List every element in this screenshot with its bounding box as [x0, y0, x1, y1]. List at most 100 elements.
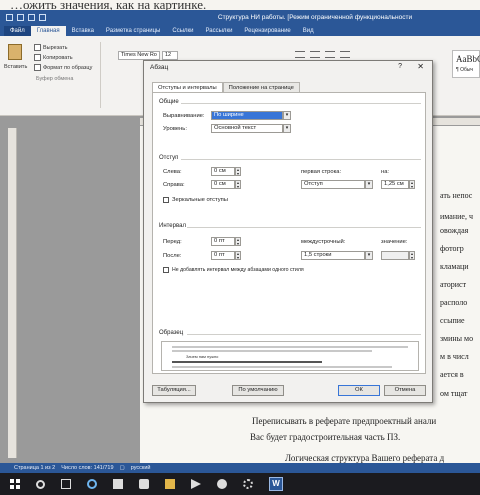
- word-taskbar-icon[interactable]: W: [269, 477, 283, 491]
- bullets-icon[interactable]: [295, 51, 305, 58]
- photos-icon[interactable]: [113, 479, 123, 489]
- copy-button[interactable]: Копировать: [34, 54, 73, 61]
- tab-references[interactable]: Ссылки: [166, 26, 199, 36]
- no-space-same-style-checkbox[interactable]: [163, 267, 169, 273]
- preview-section-heading: Образец: [159, 330, 184, 336]
- paste-icon[interactable]: [8, 44, 22, 60]
- group-divider: [100, 42, 101, 108]
- chevron-down-icon[interactable]: ▾: [283, 124, 291, 133]
- copy-label: Копировать: [43, 54, 73, 61]
- line-spacing-label: междустрочный:: [301, 239, 346, 245]
- word-count[interactable]: Число слов: 141/719: [61, 463, 113, 473]
- tabs-button[interactable]: Табуляция...: [152, 385, 196, 396]
- document-text-line: ссыпие: [440, 316, 465, 325]
- spacing-at-label: значение:: [381, 239, 408, 245]
- paragraph-dialog: Абзац ? ✕ Отступы и интервалы Положение …: [143, 60, 433, 403]
- document-text-line: Вас будет градостроительная часть ПЗ.: [250, 432, 401, 442]
- tab-file[interactable]: Файл: [4, 26, 31, 36]
- brush-icon: [34, 64, 41, 71]
- task-view-icon[interactable]: [61, 479, 71, 489]
- tab-view[interactable]: Вид: [297, 26, 320, 36]
- paste-button[interactable]: Вставить: [4, 64, 27, 70]
- indent-by-label: на:: [381, 169, 390, 175]
- document-text-line: ается в: [440, 370, 464, 379]
- preview-line: [172, 361, 322, 363]
- alignment-select[interactable]: По ширине: [211, 111, 283, 120]
- document-text-line: фотогр: [440, 244, 464, 253]
- document-text-line: располо: [440, 298, 468, 307]
- indent-right-spinner[interactable]: ▴ ▾: [235, 180, 241, 189]
- spacing-at-spinner[interactable]: ▴ ▾: [409, 251, 415, 260]
- page-counter[interactable]: Страница 1 из 2: [14, 463, 55, 473]
- document-text-line: кламаци: [440, 262, 469, 271]
- numbering-icon[interactable]: [310, 51, 320, 58]
- indent-left-input[interactable]: 0 см: [211, 167, 235, 176]
- first-line-select[interactable]: Отступ: [301, 180, 365, 189]
- redo-icon[interactable]: [39, 13, 46, 21]
- browser-icon[interactable]: [217, 479, 227, 489]
- tab-mailings[interactable]: Рассылки: [199, 26, 238, 36]
- document-text-line: овождая: [440, 226, 469, 235]
- paragraph-preview: Зачем нам нужно: [161, 341, 419, 371]
- paragraph-tools: [295, 51, 350, 58]
- indent-left-label: Слева:: [163, 169, 182, 175]
- section-divider: [187, 227, 421, 228]
- caption-text: …ожить значения, как на картинке.: [0, 0, 480, 10]
- indent-by-spinner[interactable]: ▴ ▾: [409, 180, 415, 189]
- settings-gear-icon[interactable]: [243, 479, 253, 489]
- cancel-button[interactable]: Отмена: [384, 385, 426, 396]
- ok-button[interactable]: ОК: [338, 385, 380, 396]
- tab-insert[interactable]: Вставка: [66, 26, 100, 36]
- style-normal[interactable]: AaBbC ¶ Обыч: [452, 50, 480, 78]
- edge-browser-icon[interactable]: [87, 479, 97, 489]
- close-icon[interactable]: ✕: [417, 62, 424, 71]
- spacing-at-input[interactable]: [381, 251, 409, 260]
- spacing-after-input[interactable]: 0 пт: [211, 251, 235, 260]
- cut-button[interactable]: Вырезать: [34, 44, 67, 51]
- spacing-before-input[interactable]: 0 пт: [211, 237, 235, 246]
- section-divider: [187, 334, 421, 335]
- font-size-select[interactable]: 12: [162, 51, 178, 60]
- document-text-line: аторист: [440, 280, 467, 289]
- windows-start-icon[interactable]: [10, 479, 20, 489]
- chevron-down-icon[interactable]: ▾: [365, 180, 373, 189]
- indent-icon[interactable]: [325, 51, 335, 58]
- undo-icon[interactable]: [28, 13, 35, 21]
- help-icon[interactable]: ?: [398, 63, 402, 70]
- tab-home[interactable]: Главная: [30, 26, 66, 36]
- proofing-icon[interactable]: ▢: [120, 463, 125, 473]
- indent-left-spinner[interactable]: ▴ ▾: [235, 167, 241, 176]
- save-icon[interactable]: [17, 13, 24, 21]
- chevron-down-icon[interactable]: ▾: [283, 111, 291, 120]
- store-icon[interactable]: [139, 479, 149, 489]
- preview-sample-text: Зачем нам нужно: [186, 354, 219, 359]
- indent-by-input[interactable]: 1,25 см: [381, 180, 409, 189]
- first-line-label: первая строка:: [301, 169, 342, 175]
- media-player-icon[interactable]: [191, 479, 201, 489]
- taskbar: W: [0, 473, 480, 495]
- spacing-after-spinner[interactable]: ▴ ▾: [235, 251, 241, 260]
- spacing-before-spinner[interactable]: ▴ ▾: [235, 237, 241, 246]
- font-name-select[interactable]: Times New Ro: [118, 51, 160, 60]
- format-painter-button[interactable]: Формат по образцу: [34, 64, 92, 71]
- outline-level-select[interactable]: Основной текст: [211, 124, 283, 133]
- file-explorer-icon[interactable]: [165, 479, 175, 489]
- indent-right-label: Справа:: [163, 182, 185, 188]
- mirror-indents-checkbox[interactable]: [163, 197, 169, 203]
- style-name: ¶ Обыч: [456, 67, 474, 73]
- format-painter-label: Формат по образцу: [43, 64, 93, 71]
- set-default-button[interactable]: По умолчанию: [232, 385, 284, 396]
- sort-icon[interactable]: [340, 51, 350, 58]
- clipboard-group-label: Буфер обмена: [36, 76, 74, 82]
- chevron-down-icon[interactable]: ▾: [365, 251, 373, 260]
- window-title: Структура НИ работы. [Режим ограниченной…: [217, 13, 413, 21]
- general-section-heading: Общие: [159, 99, 179, 105]
- tab-review[interactable]: Рецензирование: [238, 26, 296, 36]
- language-indicator[interactable]: русский: [131, 463, 151, 473]
- tab-page-layout[interactable]: Разметка страницы: [100, 26, 166, 36]
- indent-right-input[interactable]: 0 см: [211, 180, 235, 189]
- line-spacing-select[interactable]: 1,5 строки: [301, 251, 365, 260]
- alignment-label: Выравнивание:: [163, 113, 205, 119]
- word-app-icon: [6, 13, 13, 21]
- search-icon[interactable]: [36, 479, 45, 489]
